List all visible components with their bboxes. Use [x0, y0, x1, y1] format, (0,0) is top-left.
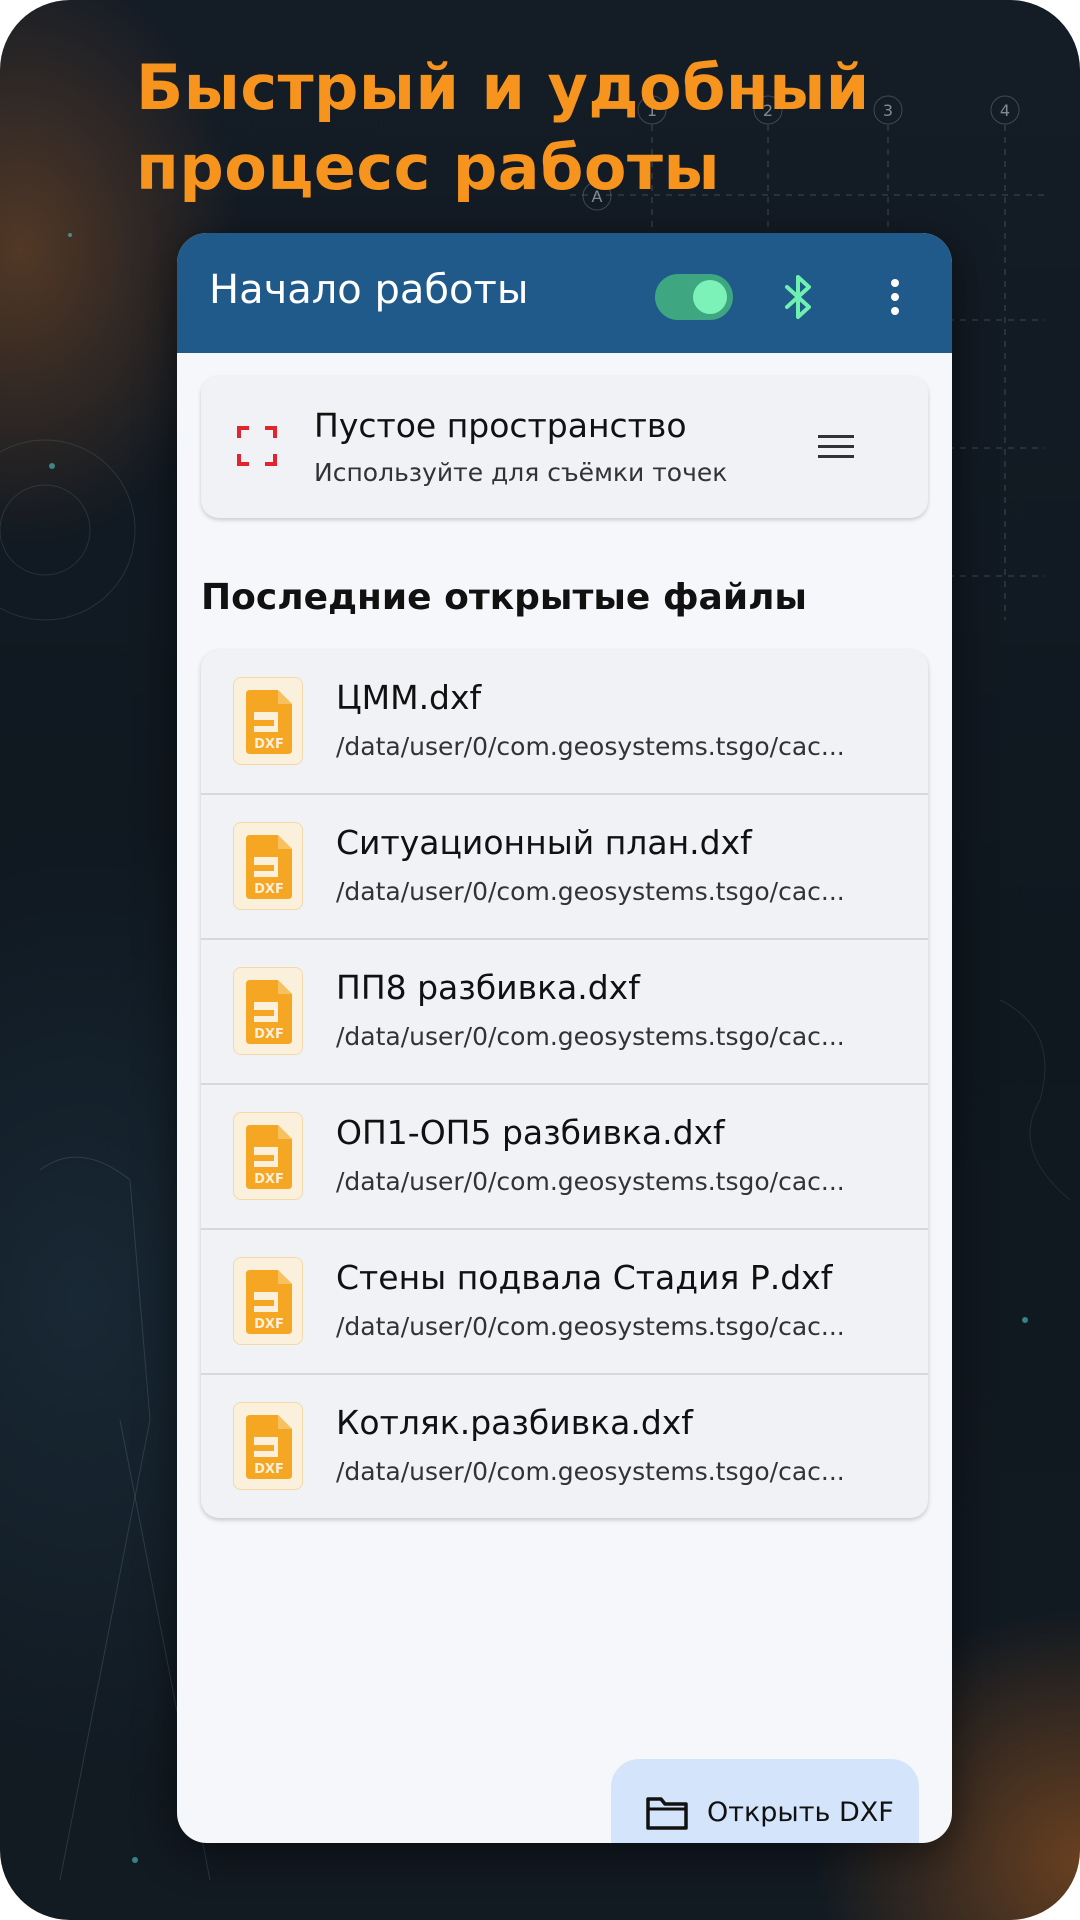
headline-line-1: Быстрый и удобный: [136, 51, 870, 124]
folder-icon: [646, 1797, 688, 1830]
dxf-file-icon: DXF: [233, 822, 303, 910]
svg-text:DXF: DXF: [254, 1317, 284, 1332]
page-title: Начало работы: [209, 267, 529, 313]
file-name: Ситуационный план.dxf: [336, 823, 752, 862]
file-path: /data/user/0/com.geosystems.tsgo/cac...: [336, 1312, 845, 1341]
connection-toggle[interactable]: [655, 274, 733, 320]
svg-text:DXF: DXF: [254, 1027, 284, 1042]
svg-text:DXF: DXF: [254, 737, 284, 752]
file-path: /data/user/0/com.geosystems.tsgo/cac...: [336, 1022, 845, 1051]
dxf-file-icon: DXF: [233, 1402, 303, 1490]
bluetooth-icon[interactable]: [777, 273, 821, 321]
dxf-file-icon: DXF: [233, 967, 303, 1055]
promo-headline: Быстрый и удобный процесс работы: [136, 48, 1036, 208]
file-list-item[interactable]: DXF ЦММ.dxf /data/user/0/com.geosystems.…: [201, 650, 928, 795]
file-name: ЦММ.dxf: [336, 678, 482, 717]
file-path: /data/user/0/com.geosystems.tsgo/cac...: [336, 1167, 845, 1196]
file-list-item[interactable]: DXF ПП8 разбивка.dxf /data/user/0/com.ge…: [201, 940, 928, 1085]
focus-frame-icon: [237, 426, 277, 466]
headline-line-2: процесс работы: [136, 131, 721, 204]
menu-icon[interactable]: [816, 431, 856, 463]
svg-text:DXF: DXF: [254, 1172, 284, 1187]
file-list-item[interactable]: DXF Котляк.разбивка.dxf /data/user/0/com…: [201, 1375, 928, 1518]
toggle-knob: [693, 280, 727, 314]
file-name: ОП1-ОП5 разбивка.dxf: [336, 1113, 725, 1152]
svg-text:DXF: DXF: [254, 882, 284, 897]
empty-space-title: Пустое пространство: [314, 406, 687, 445]
empty-space-subtitle: Используйте для съёмки точек: [314, 458, 728, 487]
file-list-item[interactable]: DXF ОП1-ОП5 разбивка.dxf /data/user/0/co…: [201, 1085, 928, 1230]
promo-background: 1 2 3 4 A Быстрый и удобный процесс рабо…: [0, 0, 1080, 1920]
file-name: ПП8 разбивка.dxf: [336, 968, 640, 1007]
svg-text:DXF: DXF: [254, 1462, 284, 1477]
file-path: /data/user/0/com.geosystems.tsgo/cac...: [336, 877, 845, 906]
file-list-item[interactable]: DXF Стены подвала Стадия Р.dxf /data/use…: [201, 1230, 928, 1375]
more-vert-icon[interactable]: [885, 275, 905, 319]
top-app-bar: Начало работы: [177, 233, 952, 353]
empty-space-card[interactable]: Пустое пространство Используйте для съём…: [201, 376, 928, 518]
dxf-file-icon: DXF: [233, 1257, 303, 1345]
file-path: /data/user/0/com.geosystems.tsgo/cac...: [336, 1457, 845, 1486]
dxf-file-icon: DXF: [233, 1112, 303, 1200]
file-name: Котляк.разбивка.dxf: [336, 1403, 693, 1442]
file-list-item[interactable]: DXF Ситуационный план.dxf /data/user/0/c…: [201, 795, 928, 940]
recent-files-list: DXF ЦММ.dxf /data/user/0/com.geosystems.…: [201, 650, 928, 1518]
open-dxf-button[interactable]: Открыть DXF: [611, 1759, 919, 1843]
file-path: /data/user/0/com.geosystems.tsgo/cac...: [336, 732, 845, 761]
dxf-file-icon: DXF: [233, 677, 303, 765]
file-name: Стены подвала Стадия Р.dxf: [336, 1258, 833, 1297]
open-dxf-label: Открыть DXF: [707, 1797, 894, 1828]
recent-files-heading: Последние открытые файлы: [201, 577, 807, 618]
app-screen: Начало работы Пустое пространство Исполь…: [177, 233, 952, 1843]
